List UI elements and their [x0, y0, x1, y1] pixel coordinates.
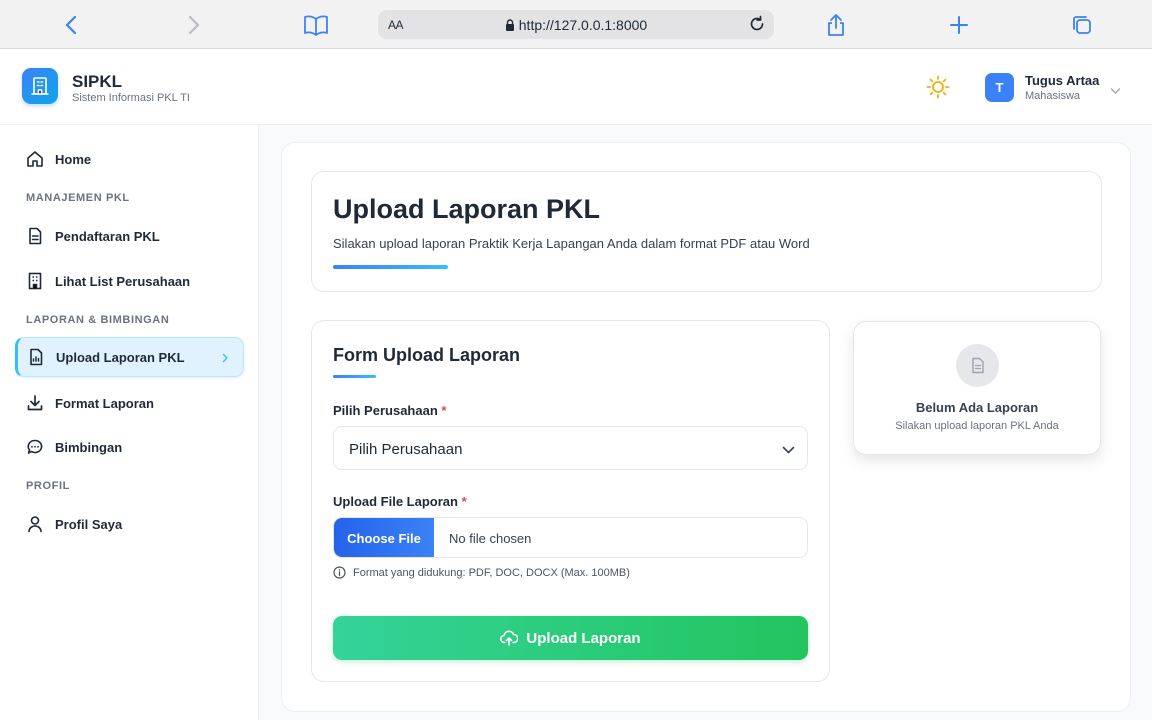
tabs-overview-icon[interactable] — [1069, 12, 1095, 38]
sun-icon[interactable] — [926, 75, 950, 99]
page-subtitle: Silakan upload laporan Praktik Kerja Lap… — [333, 236, 810, 251]
back-icon[interactable] — [58, 12, 84, 38]
sidebar-item-label: Home — [55, 151, 92, 167]
share-icon[interactable] — [823, 12, 849, 38]
company-field-label: Pilih Perusahaan * — [333, 403, 446, 418]
company-label-text: Pilih Perusahaan — [333, 403, 438, 418]
forward-icon[interactable] — [181, 12, 207, 38]
sidebar-item-upload-laporan[interactable]: Upload Laporan PKL — [15, 337, 244, 377]
sidebar-item-label: Pendaftaran PKL — [55, 228, 160, 244]
cloud-upload-icon — [500, 630, 519, 646]
title-accent-bar — [333, 265, 448, 269]
sidebar-item-pendaftaran[interactable]: Pendaftaran PKL — [15, 216, 244, 256]
building-icon — [26, 272, 44, 290]
form-accent-bar — [333, 375, 376, 378]
home-icon — [26, 150, 44, 168]
file-status: No file chosen — [449, 531, 532, 546]
document-icon — [26, 227, 44, 245]
section-label-manajemen: MANAJEMEN PKL — [26, 192, 130, 204]
brand-subtitle: Sistem Informasi PKL TI — [72, 92, 190, 104]
page-title: Upload Laporan PKL — [333, 194, 601, 224]
empty-state-card: Belum Ada Laporan Silakan upload laporan… — [853, 321, 1101, 455]
company-select-value: Pilih Perusahaan — [349, 441, 463, 458]
user-icon — [26, 515, 44, 533]
file-icon — [956, 344, 999, 387]
sidebar-item-format-laporan[interactable]: Format Laporan — [15, 383, 244, 423]
url-text: http://127.0.0.1:8000 — [518, 17, 648, 33]
sidebar-item-perusahaan[interactable]: Lihat List Perusahaan — [15, 261, 244, 301]
sidebar-item-label: Format Laporan — [55, 395, 154, 411]
chat-icon — [26, 438, 44, 456]
browser-toolbar: AA http://127.0.0.1:8000 — [0, 0, 1152, 49]
building-logo-icon — [22, 68, 58, 104]
app-header: SIPKL Sistem Informasi PKL TI T Tugus Ar… — [0, 49, 1152, 125]
page-header-card — [311, 171, 1102, 292]
format-hint: Format yang didukung: PDF, DOC, DOCX (Ma… — [333, 566, 630, 579]
new-tab-icon[interactable] — [946, 12, 972, 38]
required-mark: * — [461, 494, 467, 509]
upload-button-label: Upload Laporan — [526, 629, 641, 647]
sidebar-item-label: Bimbingan — [55, 439, 123, 455]
sidebar-item-label: Upload Laporan PKL — [56, 349, 185, 365]
chevron-down-icon — [782, 442, 795, 460]
choose-file-button[interactable]: Choose File — [334, 518, 434, 557]
reload-icon[interactable] — [748, 15, 766, 33]
form-title: Form Upload Laporan — [333, 345, 521, 365]
upload-laporan-button[interactable]: Upload Laporan — [333, 616, 808, 660]
bookmarks-icon[interactable] — [303, 12, 329, 38]
sidebar: Home MANAJEMEN PKL Pendaftaran PKL Lihat… — [0, 125, 259, 720]
address-bar[interactable]: AA http://127.0.0.1:8000 — [378, 10, 774, 39]
user-role: Mahasiswa — [1025, 90, 1081, 102]
sidebar-item-bimbingan[interactable]: Bimbingan — [15, 427, 244, 467]
sidebar-item-home[interactable]: Home — [15, 139, 244, 179]
sidebar-item-profil[interactable]: Profil Saya — [15, 504, 244, 544]
file-label-text: Upload File Laporan — [333, 494, 458, 509]
chevron-right-icon — [222, 350, 229, 368]
info-icon — [333, 566, 346, 579]
lock-icon — [505, 19, 514, 31]
report-icon — [27, 348, 45, 366]
format-hint-text: Format yang didukung: PDF, DOC, DOCX (Ma… — [353, 566, 630, 579]
section-label-laporan: LAPORAN & BIMBINGAN — [26, 314, 170, 326]
file-field-label: Upload File Laporan * — [333, 494, 467, 509]
brand-name: SIPKL — [72, 72, 123, 91]
section-label-profil: PROFIL — [26, 480, 70, 492]
download-icon — [26, 394, 44, 412]
required-mark: * — [441, 403, 447, 418]
sidebar-item-label: Lihat List Perusahaan — [55, 273, 191, 289]
empty-state-title: Belum Ada Laporan — [915, 400, 1039, 415]
user-name[interactable]: Tugus Artaa — [1025, 73, 1099, 88]
empty-state-subtitle: Silakan upload laporan PKL Anda — [895, 420, 1059, 432]
avatar[interactable]: T — [985, 73, 1014, 102]
file-input[interactable]: Choose File No file chosen — [333, 517, 808, 558]
sidebar-item-label: Profil Saya — [55, 516, 123, 532]
company-select[interactable]: Pilih Perusahaan — [333, 426, 808, 470]
chevron-down-icon[interactable] — [1110, 82, 1121, 100]
